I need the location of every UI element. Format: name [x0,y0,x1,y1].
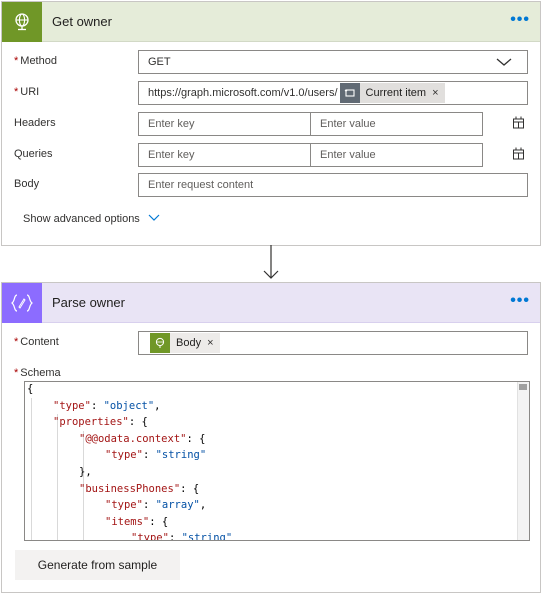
show-advanced-options-link[interactable]: Show advanced options [23,213,160,225]
remove-token-button[interactable]: × [207,337,213,349]
uri-label: * URI [14,86,40,98]
current-item-label: Current item [365,87,427,99]
globe-icon [2,1,42,42]
table-icon[interactable] [512,147,526,161]
schema-code-line: }, [79,466,92,478]
table-icon[interactable] [512,116,526,130]
parse-action-card: Parse owner ••• * Content Body × * Schema … [1,282,541,593]
indent-guide [31,397,32,540]
queries-key-placeholder: Enter key [148,149,195,161]
current-item-token[interactable]: Current item × [339,83,445,103]
http-action-card: Get owner ••• * Method GET * URI https://g… [1,1,541,246]
headers-value-placeholder: Enter value [320,118,376,130]
method-value: GET [148,56,171,68]
body-token[interactable]: Body × [150,333,220,353]
parse-action-header[interactable]: Parse owner ••• [2,282,540,323]
method-label: * Method [14,55,57,67]
content-input[interactable]: Body × [138,331,528,355]
queries-value-input[interactable]: Enter value [310,143,483,167]
headers-key-placeholder: Enter key [148,118,195,130]
headers-value-input[interactable]: Enter value [310,112,483,136]
schema-label: * Schema [14,367,61,379]
more-icon[interactable]: ••• [510,12,530,28]
schema-code-line: { [27,383,34,395]
editor-scroll-thumb[interactable] [519,384,527,390]
queries-label: Queries [14,148,53,160]
chevron-down-icon [148,213,160,225]
parse-action-title[interactable]: Parse owner [52,295,125,310]
generate-from-sample-button[interactable]: Generate from sample [15,550,180,580]
remove-token-button[interactable]: × [432,87,438,99]
editor-scrollbar[interactable] [517,382,529,540]
schema-code-line: "businessPhones": { [79,482,200,495]
loop-icon [339,83,360,103]
more-icon[interactable]: ••• [510,293,530,309]
schema-code-line: "type": "string" [105,449,207,462]
schema-code-line: "properties": { [53,416,148,429]
chevron-down-icon [495,55,513,72]
headers-label: Headers [14,117,56,129]
headers-key-input[interactable]: Enter key [138,112,311,136]
body-input[interactable]: Enter request content [138,173,528,197]
schema-code-line: "@@odata.context": { [79,432,206,445]
schema-code-line: "items": { [105,515,169,528]
advanced-label: Show advanced options [23,213,140,225]
uri-input[interactable]: https://graph.microsoft.com/v1.0/users/ … [138,81,528,105]
indent-guide [57,414,58,540]
body-placeholder: Enter request content [148,179,254,191]
schema-code-line: "type": "array", [105,499,207,512]
body-token-label: Body [176,337,202,349]
schema-code-line: "type": "string" [131,532,233,541]
content-label: * Content [14,336,59,348]
queries-value-placeholder: Enter value [320,149,376,161]
schema-editor[interactable]: { "type": "object", "properties": { "@@odat… [24,381,530,541]
arrow-down-icon [261,245,281,284]
body-label: Body [14,178,40,190]
globe-icon [150,333,170,353]
schema-code-line: "type": "object", [53,399,161,412]
http-action-header[interactable]: Get owner ••• [2,1,540,42]
expression-icon [2,282,42,323]
http-action-title[interactable]: Get owner [52,14,112,29]
uri-value: https://graph.microsoft.com/v1.0/users/ [148,87,338,99]
queries-key-input[interactable]: Enter key [138,143,311,167]
method-select[interactable]: GET [138,50,528,74]
